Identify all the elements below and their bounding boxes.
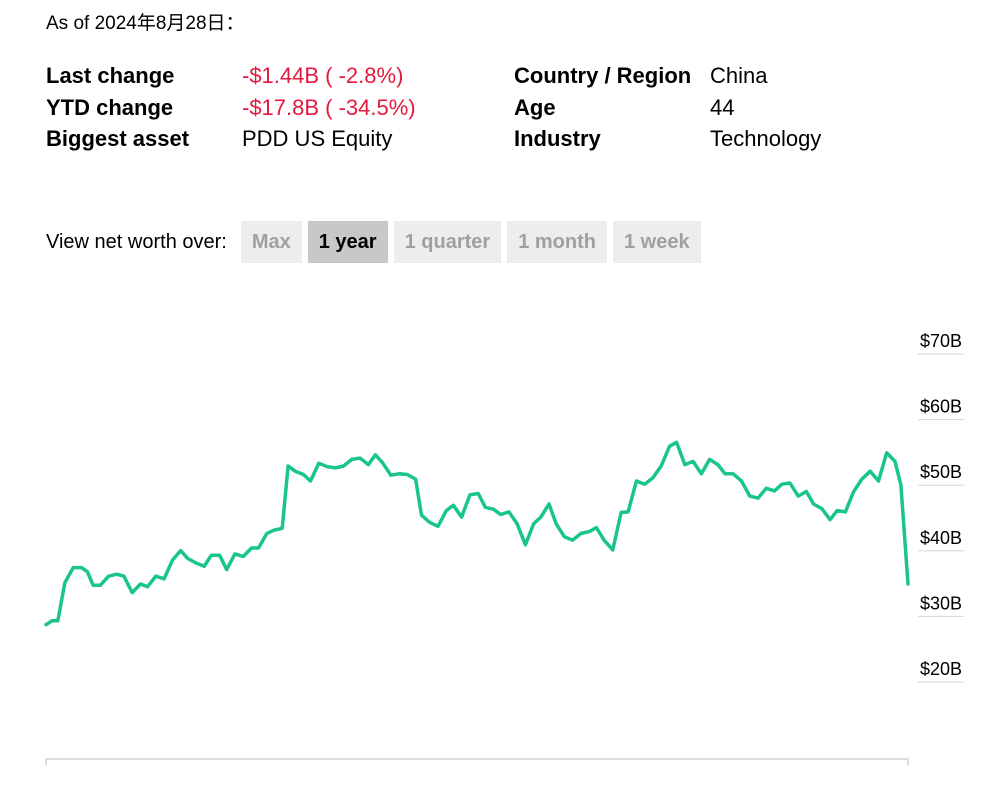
y-tick-label: $20B: [920, 659, 962, 679]
net-worth-series-line: [44, 440, 910, 627]
net-worth-chart: $70B $60B $50B $40B $30B $20B: [44, 331, 964, 765]
y-tick-label: $30B: [920, 593, 962, 613]
y-tick-label: $70B: [920, 331, 962, 351]
y-tick-label: $50B: [920, 462, 962, 482]
y-tick-label: $40B: [920, 528, 962, 548]
y-tick-label: $60B: [920, 397, 962, 417]
